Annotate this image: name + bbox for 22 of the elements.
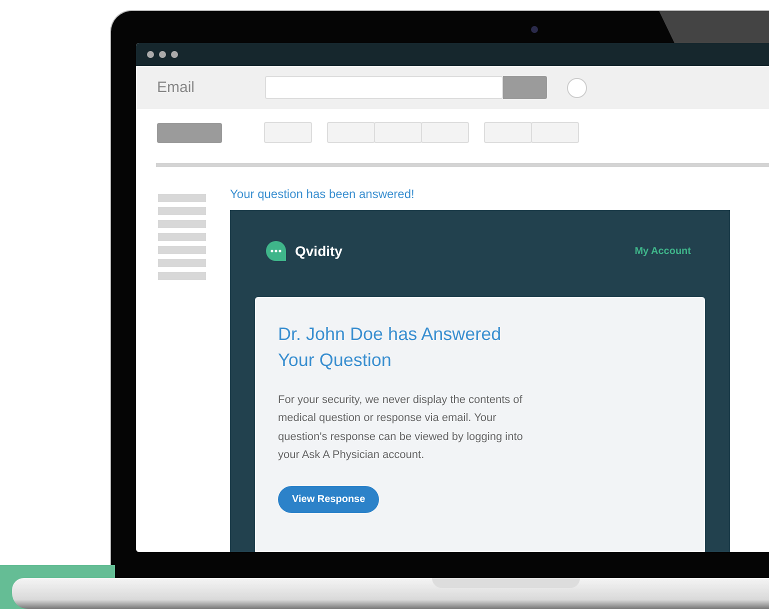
account-link[interactable]: My Account: [634, 246, 691, 256]
toolbar-button[interactable]: [484, 122, 532, 143]
camera-icon: [531, 26, 538, 33]
app-title: Email: [157, 79, 196, 96]
window-dot-icon[interactable]: [159, 51, 166, 58]
toolbar-button[interactable]: [157, 122, 222, 142]
search-field[interactable]: [265, 76, 503, 99]
toolbar-button[interactable]: [327, 122, 375, 143]
chat-bubble-icon: [265, 240, 287, 262]
search-button[interactable]: [503, 76, 547, 99]
toolbar-button[interactable]: [374, 122, 422, 143]
toolbar-button[interactable]: [264, 122, 312, 143]
avatar[interactable]: [567, 78, 587, 98]
window-dot-icon[interactable]: [147, 51, 154, 58]
toolbar-button[interactable]: [421, 122, 469, 143]
message-text: For your security, we never display the contents of medical question or response via email. Your question's response can be viewed by logging into your Ask A Physician account.: [278, 393, 524, 463]
message-subject: Your question has been answered!: [230, 187, 416, 203]
message-heading: Dr. John Doe has Answered Your Question: [278, 323, 502, 372]
toolbar-button[interactable]: [531, 122, 579, 143]
view-response-button[interactable]: View Response: [278, 486, 380, 514]
window-dot-icon[interactable]: [171, 51, 178, 58]
brand-name: Qvidity: [295, 243, 342, 259]
